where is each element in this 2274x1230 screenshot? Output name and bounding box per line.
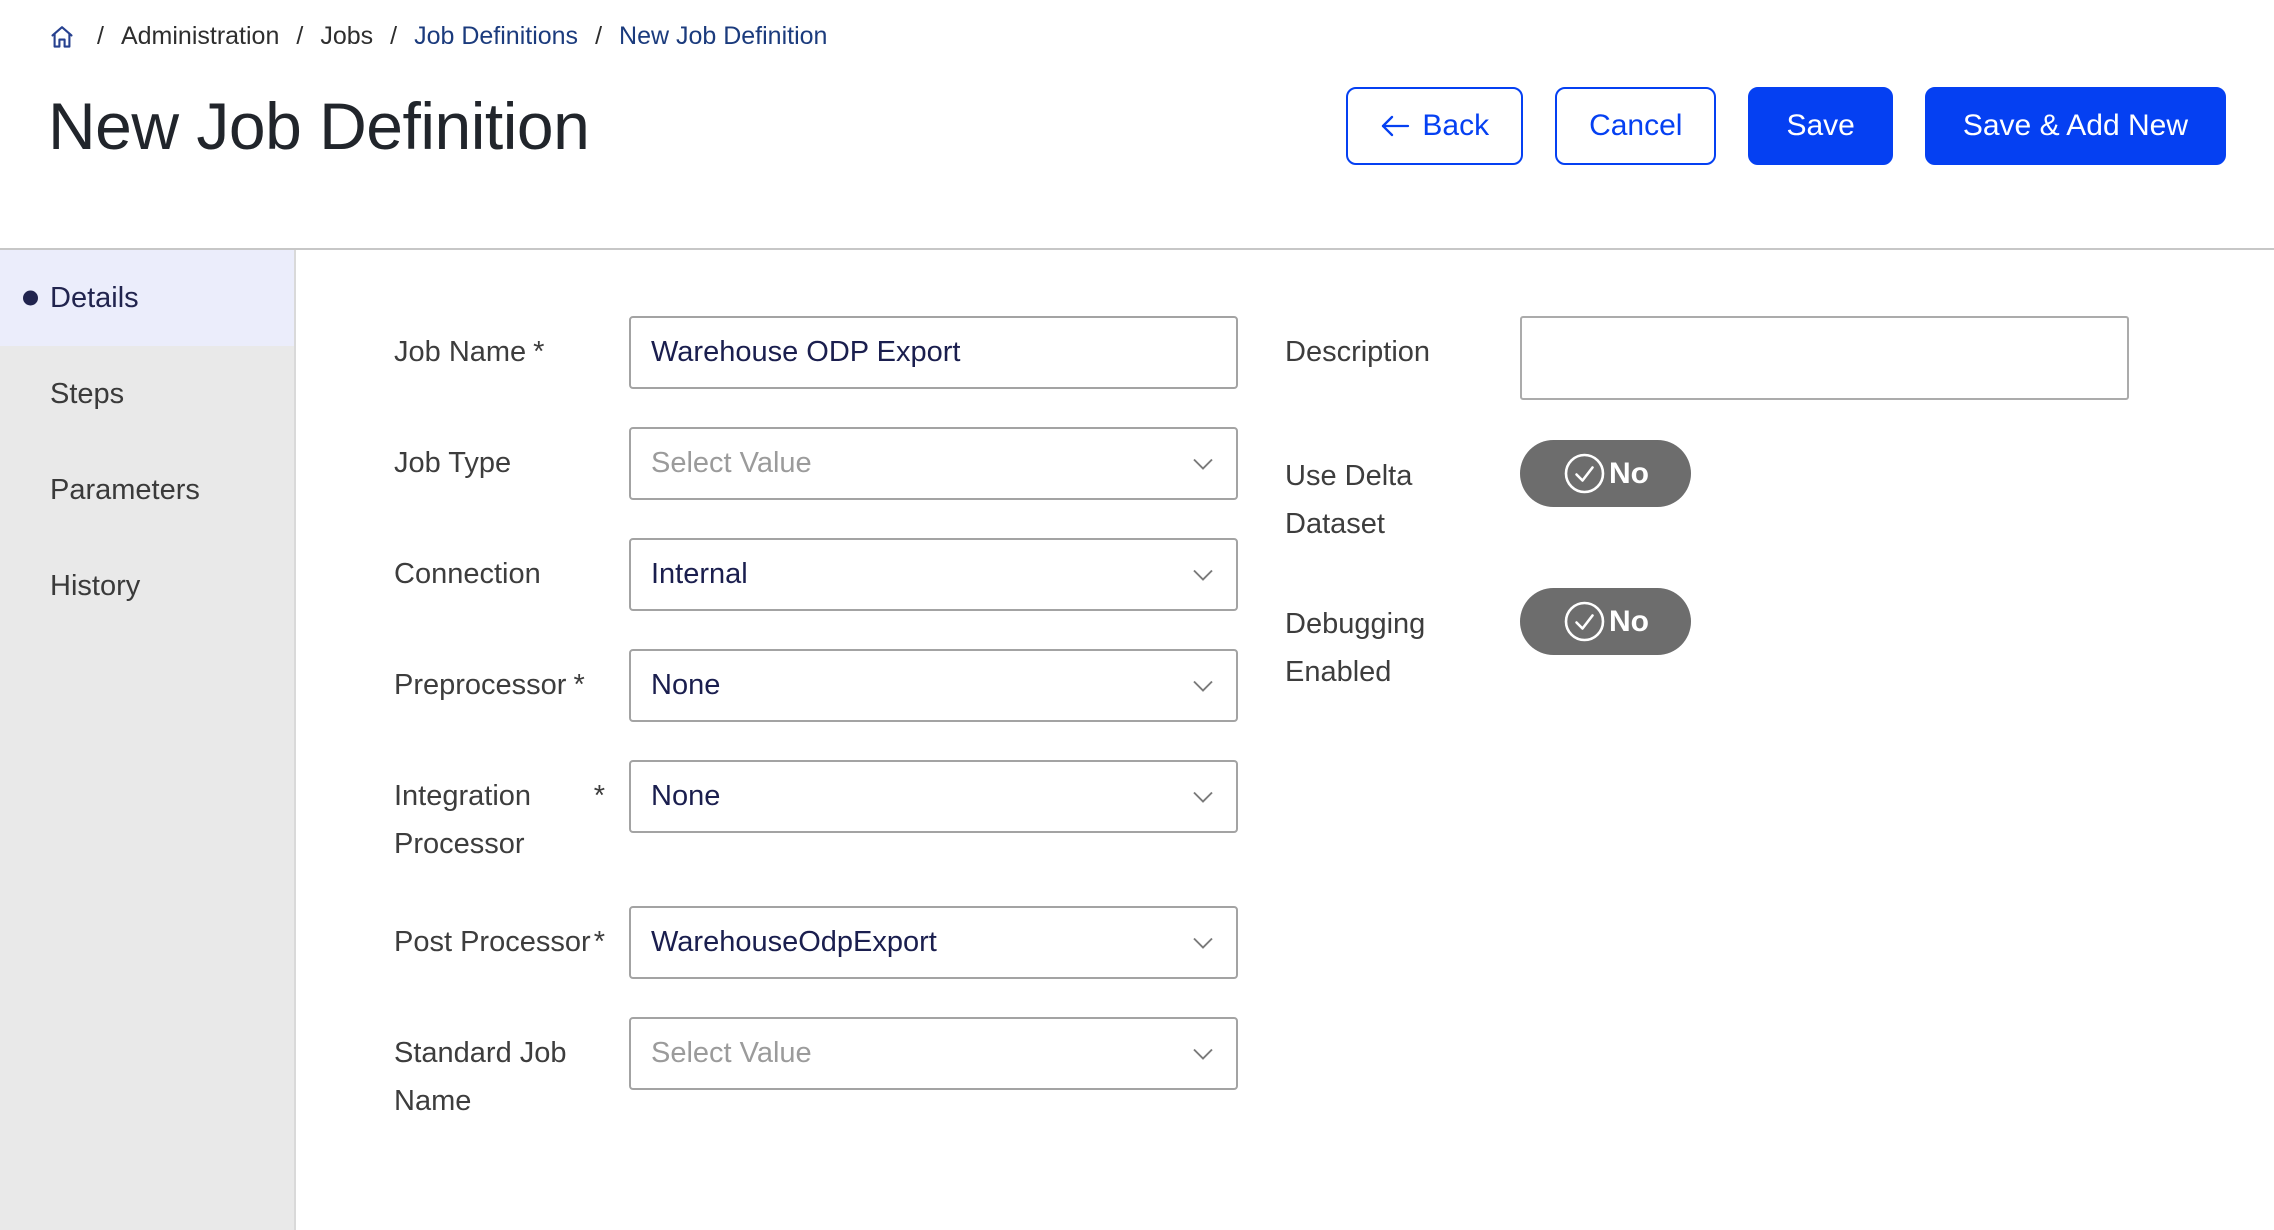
save-add-new-button-label: Save & Add New <box>1963 109 2188 143</box>
chevron-down-icon <box>1192 790 1214 804</box>
field-label-integration-processor: Integration Processor* <box>394 772 609 868</box>
form-row-job-type: Job Type Select Value <box>394 427 1238 500</box>
chevron-down-icon <box>1192 457 1214 471</box>
field-label-job-name: Job Name* <box>394 328 609 389</box>
sidebar-nav: Details Steps Parameters History <box>0 250 296 1230</box>
cancel-button-label: Cancel <box>1589 109 1682 143</box>
field-label-standard-job-name: Standard Job Name <box>394 1029 609 1125</box>
sidebar-item-label: History <box>50 570 140 603</box>
sidebar-item-label: Steps <box>50 378 124 411</box>
standard-job-name-select[interactable]: Select Value <box>629 1017 1238 1090</box>
back-button-label: Back <box>1422 109 1489 143</box>
cancel-button[interactable]: Cancel <box>1555 87 1716 165</box>
save-add-new-button[interactable]: Save & Add New <box>1925 87 2226 165</box>
chevron-down-icon <box>1192 1047 1214 1061</box>
connection-select[interactable]: Internal <box>629 538 1238 611</box>
connection-value: Internal <box>651 558 748 591</box>
form-row-post-processor: Post Processor* WarehouseOdpExport <box>394 906 1238 979</box>
form-column-right: DescriptionUse Delta DatasetNoDebugging … <box>1285 316 2129 1230</box>
page-title: New Job Definition <box>48 88 1346 164</box>
field-label-debugging-enabled: Debugging Enabled <box>1285 600 1495 696</box>
post-processor-select[interactable]: WarehouseOdpExport <box>629 906 1238 979</box>
breadcrumb-separator: / <box>97 22 104 51</box>
breadcrumb: / Administration / Jobs / Job Definitions / New… <box>48 22 2274 51</box>
preprocessor-value: None <box>651 669 720 702</box>
form-row-description: Description <box>1285 316 2129 400</box>
breadcrumb-item-administration: Administration <box>121 22 279 51</box>
save-button-label: Save <box>1786 109 1854 143</box>
form-row-use-delta-dataset: Use Delta Dataset No <box>1285 440 2129 548</box>
breadcrumb-item-jobs: Jobs <box>320 22 373 51</box>
check-circle-icon <box>1562 599 1607 644</box>
preprocessor-select[interactable]: None <box>629 649 1238 722</box>
field-label-post-processor: Post Processor* <box>394 918 609 979</box>
sidebar-item-label: Details <box>50 282 139 315</box>
active-bullet-icon <box>23 291 38 306</box>
field-label-job-type: Job Type <box>394 439 609 500</box>
breadcrumb-separator: / <box>595 22 602 51</box>
page-header: / Administration / Jobs / Job Definitions / New… <box>0 22 2274 248</box>
new-job-definition-page: / Administration / Jobs / Job Definitions / New… <box>0 0 2274 1230</box>
debugging-enabled-toggle[interactable]: No <box>1520 588 1691 655</box>
form-row-connection: Connection Internal <box>394 538 1238 611</box>
required-asterisk: * <box>594 772 605 820</box>
back-button[interactable]: Back <box>1346 87 1523 165</box>
field-label-use-delta-dataset: Use Delta Dataset <box>1285 452 1495 548</box>
field-label-description: Description <box>1285 328 1495 400</box>
chevron-down-icon <box>1192 936 1214 950</box>
required-asterisk: * <box>573 669 584 701</box>
sidebar-item-details[interactable]: Details <box>0 250 294 346</box>
job-type-select[interactable]: Select Value <box>629 427 1238 500</box>
breadcrumb-item-job-definitions[interactable]: Job Definitions <box>414 22 578 51</box>
chevron-down-icon <box>1192 568 1214 582</box>
required-asterisk: * <box>533 336 544 368</box>
sidebar-item-label: Parameters <box>50 474 200 507</box>
standard-job-name-value: Select Value <box>651 1037 812 1070</box>
title-row: New Job Definition Back Cancel Save Save & … <box>48 87 2226 165</box>
debugging-enabled-toggle-value: No <box>1609 605 1649 639</box>
sidebar-item-parameters[interactable]: Parameters <box>0 442 294 538</box>
header-actions: Back Cancel Save Save & Add New <box>1346 87 2226 165</box>
form-column-left: Job Name* Job Type Select Value Connection I… <box>394 316 1238 1230</box>
field-label-preprocessor: Preprocessor* <box>394 661 609 722</box>
chevron-down-icon <box>1192 679 1214 693</box>
field-label-connection: Connection <box>394 550 609 611</box>
required-asterisk: * <box>594 918 605 966</box>
breadcrumb-separator: / <box>390 22 397 51</box>
description-input[interactable] <box>1520 316 2129 400</box>
integration-processor-value: None <box>651 780 720 813</box>
post-processor-value: WarehouseOdpExport <box>651 926 937 959</box>
arrow-left-icon <box>1380 113 1410 139</box>
breadcrumb-item-new-job-definition[interactable]: New Job Definition <box>619 22 827 51</box>
use-delta-dataset-toggle[interactable]: No <box>1520 440 1691 507</box>
form-row-integration-processor: Integration Processor* None <box>394 760 1238 868</box>
content-area: DetailsStepsParametersHistory Job Name*J… <box>0 248 2274 1230</box>
save-button[interactable]: Save <box>1748 87 1892 165</box>
sidebar-item-history[interactable]: History <box>0 538 294 634</box>
check-circle-icon <box>1562 451 1607 496</box>
form-row-standard-job-name: Standard Job Name Select Value <box>394 1017 1238 1125</box>
use-delta-dataset-toggle-value: No <box>1609 457 1649 491</box>
job-type-value: Select Value <box>651 447 812 480</box>
form-row-preprocessor: Preprocessor* None <box>394 649 1238 722</box>
home-icon[interactable] <box>48 23 76 51</box>
form-row-job-name: Job Name* <box>394 316 1238 389</box>
form-row-debugging-enabled: Debugging Enabled No <box>1285 588 2129 696</box>
job-name-input[interactable] <box>629 316 1238 389</box>
sidebar-item-steps[interactable]: Steps <box>0 346 294 442</box>
breadcrumb-separator: / <box>296 22 303 51</box>
integration-processor-select[interactable]: None <box>629 760 1238 833</box>
form-area: Job Name* Job Type Select Value Connection I… <box>296 250 2274 1230</box>
